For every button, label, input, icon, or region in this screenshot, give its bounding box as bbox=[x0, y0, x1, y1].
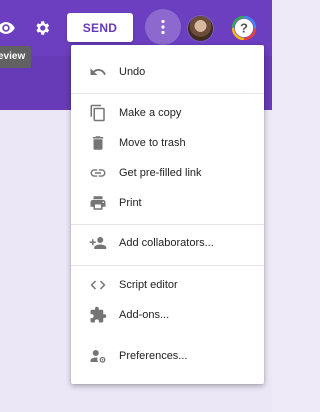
menu-item-get-pre-filled-link[interactable]: Get pre-filled link bbox=[71, 158, 264, 188]
menu-divider bbox=[71, 93, 264, 94]
code-icon bbox=[88, 275, 108, 295]
add-person-icon bbox=[88, 233, 108, 253]
settings-icon[interactable] bbox=[30, 16, 54, 40]
menu-item-script-editor[interactable]: Script editor bbox=[71, 270, 264, 300]
menu-divider bbox=[71, 224, 264, 225]
menu-item-move-to-trash[interactable]: Move to trash bbox=[71, 128, 264, 158]
menu-item-label: Add-ons... bbox=[119, 309, 170, 321]
menu-item-label: Script editor bbox=[119, 279, 178, 291]
menu-item-label: Move to trash bbox=[119, 137, 186, 149]
menu-item-label: Undo bbox=[119, 66, 146, 78]
undo-icon bbox=[88, 62, 108, 82]
menu-item-label: Make a copy bbox=[119, 107, 182, 119]
copy-icon bbox=[88, 103, 108, 123]
preview-tooltip: eview bbox=[0, 46, 32, 68]
print-icon bbox=[88, 193, 108, 213]
avatar[interactable] bbox=[187, 15, 214, 42]
person-settings-icon bbox=[88, 346, 108, 366]
menu-item-label: Preferences... bbox=[119, 350, 188, 362]
more-options-menu: Undo Make a copy Move to trash Get pre-f… bbox=[71, 45, 264, 384]
puzzle-icon bbox=[88, 305, 108, 325]
menu-item-label: Get pre-filled link bbox=[119, 167, 202, 179]
help-icon[interactable]: ? bbox=[231, 15, 257, 41]
menu-item-add-ons[interactable]: Add-ons... bbox=[71, 300, 264, 330]
menu-divider bbox=[71, 265, 264, 266]
link-icon bbox=[88, 163, 108, 183]
menu-item-preferences[interactable]: Preferences... bbox=[71, 341, 264, 371]
menu-item-label: Add collaborators... bbox=[119, 237, 214, 249]
svg-text:?: ? bbox=[240, 21, 248, 36]
menu-item-label: Print bbox=[119, 197, 142, 209]
menu-item-undo[interactable]: Undo bbox=[71, 57, 264, 87]
trash-icon bbox=[88, 133, 108, 153]
menu-item-make-a-copy[interactable]: Make a copy bbox=[71, 98, 264, 128]
preview-icon[interactable] bbox=[0, 16, 18, 40]
menu-item-add-collaborators[interactable]: Add collaborators... bbox=[71, 228, 264, 258]
more-vert-icon[interactable] bbox=[145, 9, 181, 45]
send-button[interactable]: SEND bbox=[67, 13, 133, 42]
menu-item-print[interactable]: Print bbox=[71, 188, 264, 218]
